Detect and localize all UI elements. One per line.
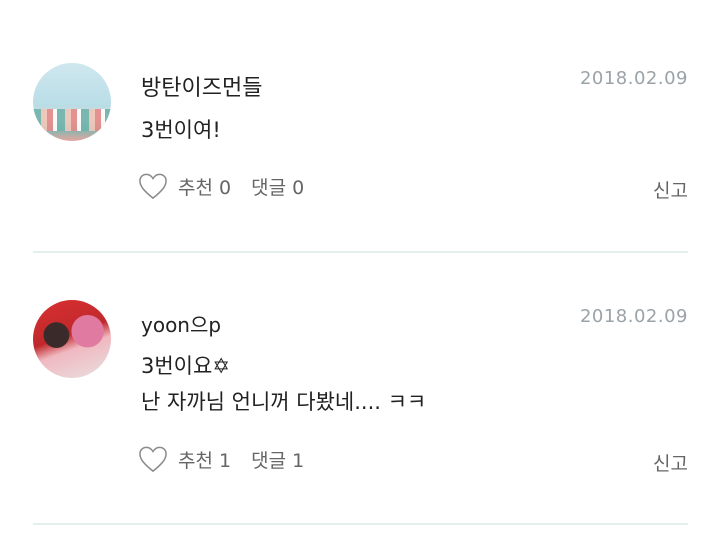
comment-date: 2018.02.09: [579, 68, 688, 89]
comment-text-line: 난 자까님 언니꺼 다봤네.... ㅋㅋ: [141, 390, 427, 414]
heart-icon[interactable]: [138, 445, 168, 473]
heart-icon[interactable]: [138, 172, 168, 200]
comment-actions: 추천 0 댓글 0: [138, 172, 304, 200]
like-count[interactable]: 추천 0: [178, 173, 231, 200]
comment-text-line: 3번이요✡: [141, 354, 230, 378]
comment-actions: 추천 1 댓글 1: [138, 445, 304, 473]
divider: [33, 523, 688, 525]
comment-author[interactable]: yoon으p: [141, 309, 221, 338]
report-button[interactable]: 신고: [653, 449, 688, 476]
avatar[interactable]: [33, 63, 111, 141]
reply-count[interactable]: 댓글 0: [251, 173, 304, 200]
comment-author[interactable]: 방탄이즈먼들: [141, 70, 262, 102]
avatar[interactable]: [33, 300, 111, 378]
report-button[interactable]: 신고: [653, 176, 688, 203]
like-count[interactable]: 추천 1: [178, 446, 231, 473]
reply-count[interactable]: 댓글 1: [251, 446, 304, 473]
comment-item: 방탄이즈먼들 2018.02.09 3번이여! 추천 0 댓글 0 신고: [0, 0, 720, 252]
comment-date: 2018.02.09: [579, 306, 688, 327]
comment-text-line: 3번이여!: [141, 118, 221, 142]
comment-item: yoon으p 2018.02.09 3번이요✡ 난 자까님 언니꺼 다봤네...…: [0, 252, 720, 528]
